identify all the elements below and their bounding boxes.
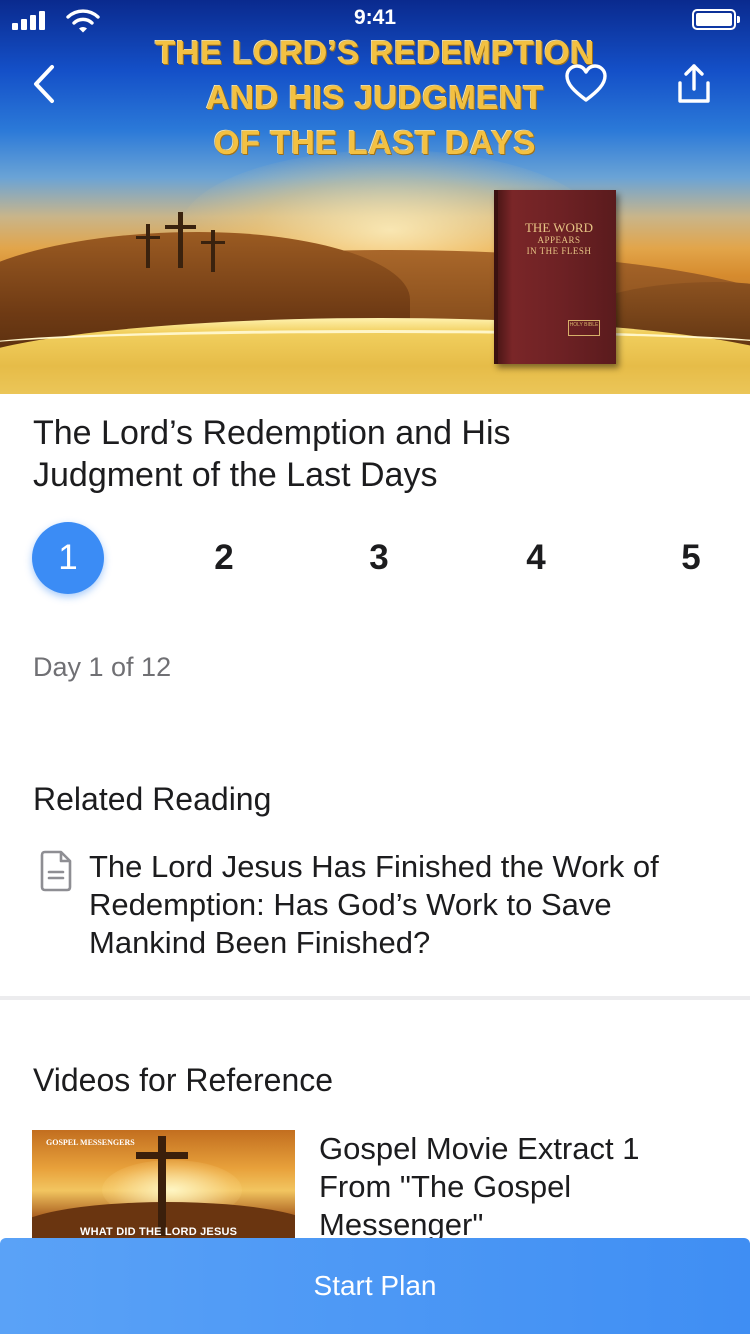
hero-title: THE LORD’S REDEMPTION AND HIS JUDGMENT O… — [0, 30, 750, 165]
book-title-line1: THE WORD — [524, 220, 593, 235]
day-progress: Day 1 of 12 — [33, 652, 172, 682]
reading-item[interactable]: The Lord Jesus Has Finished the Work of … — [33, 848, 723, 968]
hero-title-line2: AND HIS JUDGMENT — [205, 79, 545, 116]
book-title-line2: APPEARS — [537, 235, 581, 245]
favorite-button[interactable] — [562, 60, 610, 108]
day-2-button[interactable]: 2 — [188, 522, 260, 594]
day-1-button[interactable]: 1 — [32, 522, 104, 594]
video-item[interactable]: GOSPEL MESSENGERS WHAT DID THE LORD JESU… — [32, 1130, 732, 1242]
hero-banner: THE LORD’S REDEMPTION AND HIS JUDGMENT O… — [0, 0, 750, 394]
status-time: 9:41 — [353, 6, 397, 29]
battery-icon — [692, 9, 740, 30]
book-title-line3: IN THE FLESH — [526, 246, 592, 256]
thumbnail-caption: WHAT DID THE LORD JESUS — [80, 1226, 238, 1238]
share-icon — [678, 64, 710, 103]
thumbnail-logo: GOSPEL MESSENGERS — [46, 1138, 135, 1147]
cross-icon — [158, 1136, 166, 1236]
book-badge: HOLY BIBLE — [568, 320, 600, 336]
section-divider — [0, 996, 750, 1000]
day-selector: 1 2 3 4 5 — [0, 522, 750, 594]
share-button[interactable] — [670, 60, 718, 108]
start-plan-button[interactable]: Start Plan — [0, 1238, 750, 1334]
back-button[interactable] — [20, 60, 68, 108]
status-bar: 9:41 — [0, 0, 750, 40]
day-5-button[interactable]: 5 — [655, 522, 727, 594]
book-image: THE WORD APPEARS IN THE FLESH HOLY BIBLE — [494, 190, 616, 364]
video-title: Gospel Movie Extract 1 From "The Gospel … — [319, 1131, 640, 1242]
heart-icon — [565, 64, 607, 102]
document-icon — [40, 850, 72, 892]
day-3-button[interactable]: 3 — [343, 522, 415, 594]
reading-item-title: The Lord Jesus Has Finished the Work of … — [89, 849, 659, 960]
videos-heading: Videos for Reference — [33, 1062, 334, 1098]
hero-title-line3: OF THE LAST DAYS — [213, 124, 537, 161]
gold-line — [0, 330, 750, 364]
chevron-left-icon — [34, 65, 54, 103]
related-reading-heading: Related Reading — [33, 781, 272, 817]
day-4-button[interactable]: 4 — [500, 522, 572, 594]
plan-title: The Lord’s Redemption and His Judgment o… — [33, 414, 511, 494]
video-thumbnail[interactable]: GOSPEL MESSENGERS WHAT DID THE LORD JESU… — [32, 1130, 295, 1240]
